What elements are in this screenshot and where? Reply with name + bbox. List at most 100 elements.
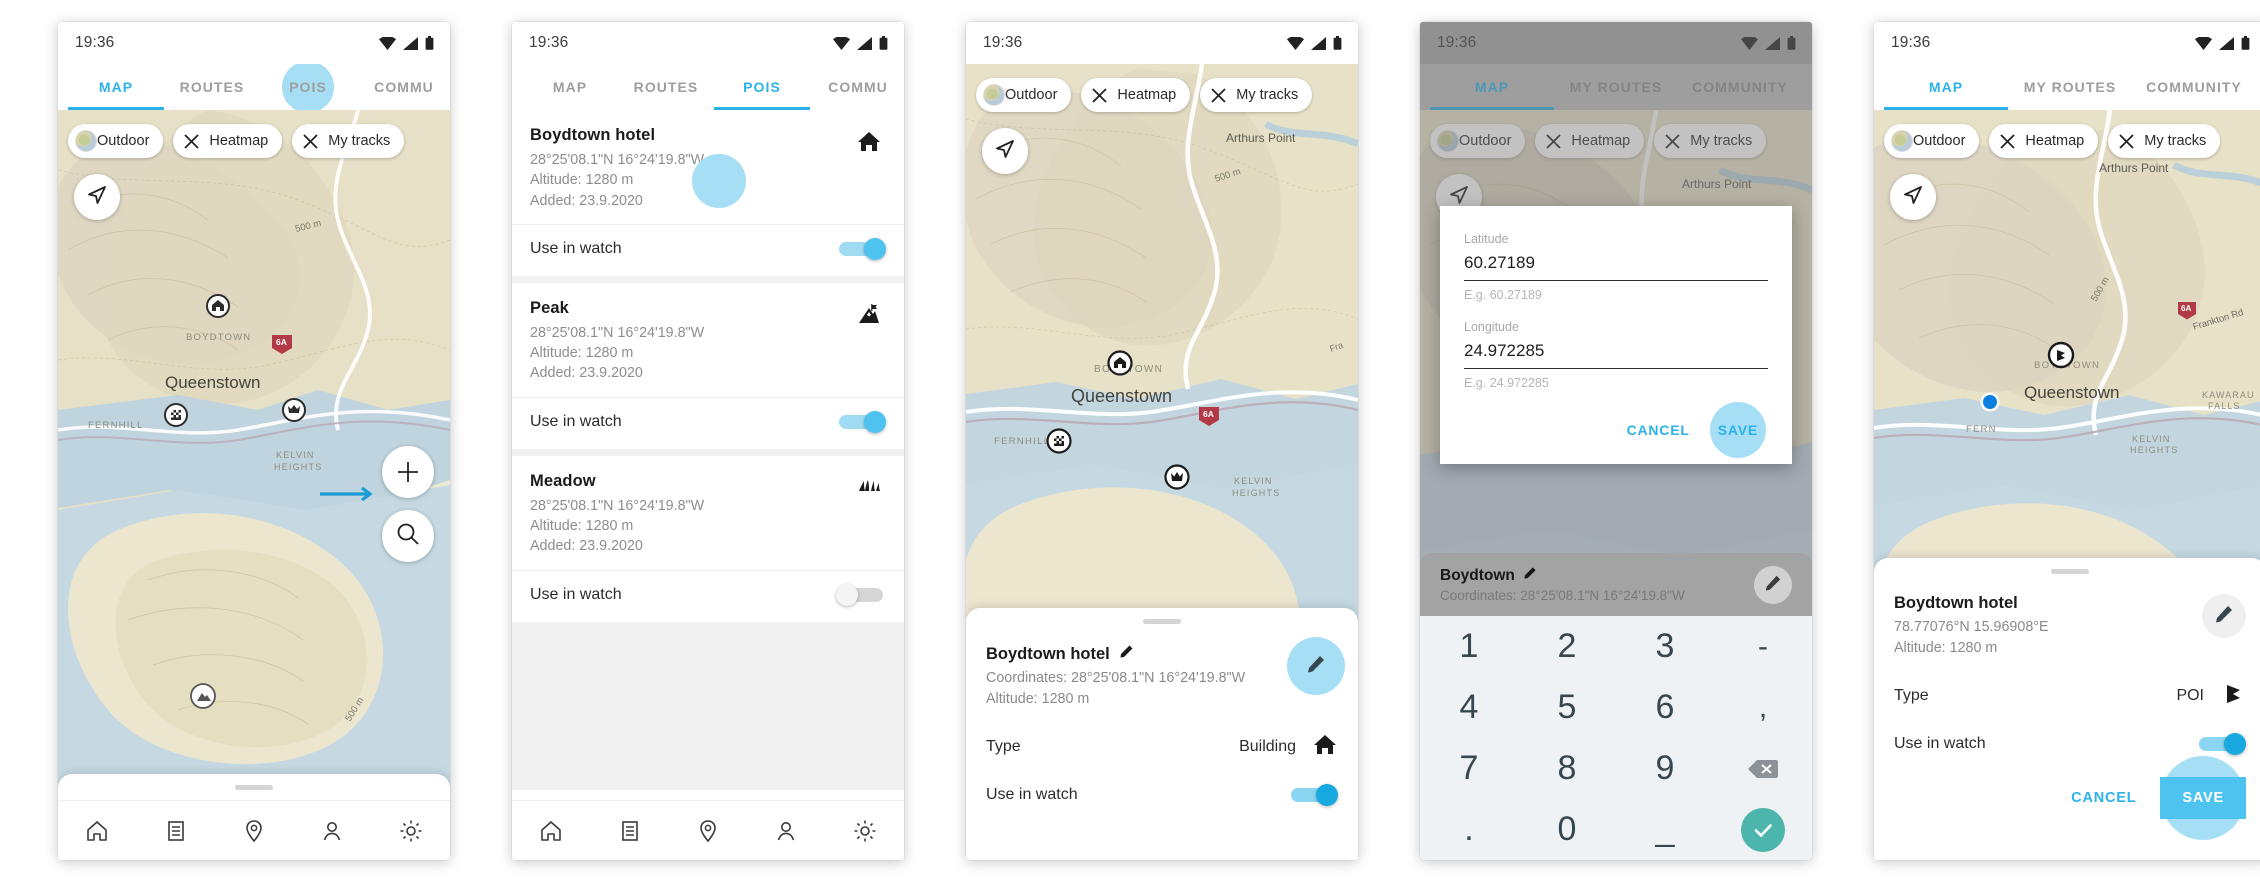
key-0[interactable]: 0 (1518, 799, 1616, 860)
chip-outdoor[interactable]: Outdoor (68, 124, 164, 158)
tab-routes[interactable]: ROUTES (164, 64, 260, 110)
key-minus[interactable]: - (1714, 616, 1812, 677)
locate-me-button[interactable] (1890, 174, 1936, 220)
svg-text:KELVIN: KELVIN (2132, 434, 2171, 444)
person-icon[interactable] (771, 816, 801, 846)
chip-my-tracks[interactable]: My tracks (292, 124, 405, 158)
poi-detail-coordinates: 78.77076°N 15.96908°E (1894, 619, 2049, 635)
chip-outdoor[interactable]: Outdoor (1884, 124, 1980, 158)
chip-heatmap[interactable]: Heatmap (1989, 124, 2099, 158)
poi-type-value: Building (1239, 737, 1296, 755)
status-clock: 19:36 (1891, 34, 1931, 51)
key-dot[interactable]: . (1420, 799, 1518, 860)
latitude-label: Latitude (1464, 232, 1509, 246)
use-in-watch-row[interactable]: Use in watch (512, 571, 904, 622)
list-item[interactable]: Peak 28°25'08.1"N 16°24'19.8"W Altitude:… (512, 282, 904, 449)
edit-poi-fab[interactable] (1287, 637, 1345, 695)
svg-text:HEIGHTS: HEIGHTS (274, 462, 322, 472)
search-button[interactable] (382, 510, 434, 562)
key-comma[interactable]: , (1714, 677, 1812, 738)
zoom-in-button[interactable] (382, 446, 434, 498)
map-chip-row: Outdoor Heatmap My tracks (976, 78, 1352, 112)
key-backspace[interactable] (1714, 738, 1812, 799)
svg-text:BOYDTOWN: BOYDTOWN (186, 332, 251, 343)
sheet-grabber[interactable] (235, 785, 273, 790)
status-bar: 19:36 (966, 22, 1358, 64)
pencil-icon[interactable] (1523, 566, 1537, 585)
edit-poi-fab[interactable] (1754, 566, 1792, 604)
map-view-1[interactable]: 500 m BOYDTOWN Queenstown FERNHILL KELVI… (58, 110, 450, 860)
svg-text:FALLS: FALLS (2208, 401, 2241, 411)
poi-type-label: Type (1894, 686, 1929, 704)
tab-pois[interactable]: POIS (260, 64, 356, 110)
list-item[interactable]: Boydtown hotel 28°25'08.1"N 16°24'19.8"W… (512, 110, 904, 276)
tab-map[interactable]: MAP (522, 64, 618, 110)
use-in-watch-row[interactable]: Use in watch (1894, 711, 2246, 756)
use-in-watch-row[interactable]: Use in watch (986, 762, 1338, 807)
tab-community[interactable]: COMMU (356, 64, 450, 110)
status-clock: 19:36 (75, 34, 115, 51)
list-icon[interactable] (161, 816, 191, 846)
key-8[interactable]: 8 (1518, 738, 1616, 799)
list-item[interactable]: Meadow 28°25'08.1"N 16°24'19.8"W Altitud… (512, 455, 904, 622)
use-in-watch-toggle[interactable] (836, 583, 886, 606)
key-3[interactable]: 3 (1616, 616, 1714, 677)
pin-icon[interactable] (693, 816, 723, 846)
key-underscore[interactable]: _ (1616, 799, 1714, 860)
poi-edit-sheet[interactable]: Boydtown hotel 78.77076°N 15.96908°E Alt… (1874, 558, 2260, 860)
tab-community[interactable]: COMMUNITY (2132, 64, 2256, 110)
cancel-button[interactable]: CANCEL (1613, 412, 1704, 448)
home-icon[interactable] (82, 816, 112, 846)
save-button[interactable]: SAVE (1708, 412, 1768, 448)
use-in-watch-toggle[interactable] (1288, 784, 1338, 807)
poi-list[interactable]: Boydtown hotel 28°25'08.1"N 16°24'19.8"W… (512, 110, 904, 790)
use-in-watch-row[interactable]: Use in watch (512, 398, 904, 449)
key-7[interactable]: 7 (1420, 738, 1518, 799)
tab-map[interactable]: MAP (1884, 64, 2008, 110)
pin-icon[interactable] (239, 816, 269, 846)
tab-map[interactable]: MAP (68, 64, 164, 110)
poi-detail-title: Boydtown hotel (986, 644, 1110, 663)
map-marker-crown (1164, 464, 1190, 490)
list-icon[interactable] (615, 816, 645, 846)
home-icon[interactable] (536, 816, 566, 846)
chip-heatmap[interactable]: Heatmap (173, 124, 283, 158)
use-in-watch-toggle[interactable] (836, 237, 886, 260)
poi-detail-title-row: Boydtown hotel (986, 644, 1294, 664)
key-4[interactable]: 4 (1420, 677, 1518, 738)
key-confirm[interactable] (1714, 799, 1812, 860)
tab-community[interactable]: COMMU (810, 64, 904, 110)
gear-icon[interactable] (850, 816, 880, 846)
signal-icon (403, 36, 418, 50)
tab-pois[interactable]: POIS (714, 64, 810, 110)
tab-routes[interactable]: ROUTES (618, 64, 714, 110)
key-5[interactable]: 5 (1518, 677, 1616, 738)
tab-my-routes[interactable]: MY ROUTES (2008, 64, 2132, 110)
longitude-input[interactable]: 24.972285 (1464, 341, 1768, 369)
use-in-watch-toggle[interactable] (2196, 733, 2246, 756)
chip-heatmap[interactable]: Heatmap (1081, 78, 1191, 112)
key-1[interactable]: 1 (1420, 616, 1518, 677)
latitude-hint: E.g. 60.27189 (1464, 288, 1542, 302)
key-9[interactable]: 9 (1616, 738, 1714, 799)
person-icon[interactable] (317, 816, 347, 846)
map-chip-row: Outdoor Heatmap My tracks (1884, 124, 2260, 158)
chip-outdoor[interactable]: Outdoor (976, 78, 1072, 112)
gear-icon[interactable] (396, 816, 426, 846)
key-6[interactable]: 6 (1616, 677, 1714, 738)
use-in-watch-row[interactable]: Use in watch (512, 225, 904, 276)
latitude-input[interactable]: 60.27189 (1464, 253, 1768, 281)
key-2[interactable]: 2 (1518, 616, 1616, 677)
edit-poi-fab[interactable] (2202, 594, 2246, 638)
bottom-sheet-1[interactable] (58, 774, 450, 860)
pencil-icon[interactable] (1119, 644, 1134, 664)
locate-me-button[interactable] (74, 174, 120, 220)
cancel-button[interactable]: CANCEL (2057, 782, 2150, 814)
chip-my-tracks[interactable]: My tracks (1200, 78, 1313, 112)
chip-my-tracks[interactable]: My tracks (2108, 124, 2221, 158)
poi-detail-sheet[interactable]: Boydtown hotel Coordinates: 28°25'08.1"N… (966, 608, 1358, 860)
battery-icon (2241, 36, 2250, 50)
locate-me-button[interactable] (982, 128, 1028, 174)
use-in-watch-toggle[interactable] (836, 410, 886, 433)
save-button[interactable]: SAVE (2160, 777, 2246, 820)
